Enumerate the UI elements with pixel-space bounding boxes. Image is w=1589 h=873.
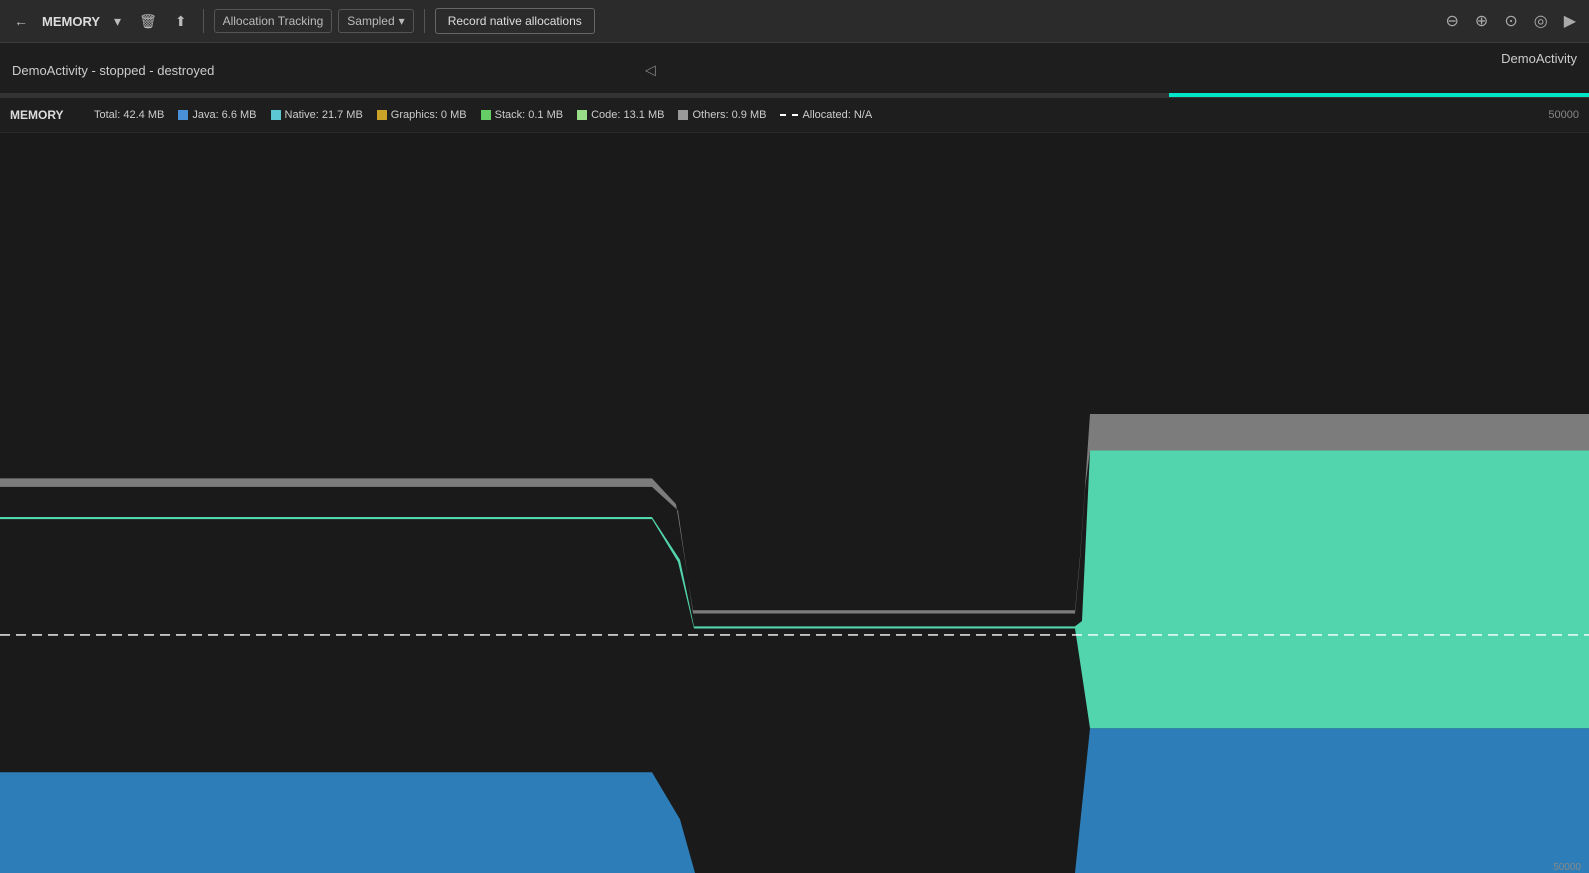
total-label: Total: 42.4 MB [94, 109, 164, 121]
stack-color-box [481, 110, 491, 120]
code-color-box [577, 110, 587, 120]
legend-java: Java: 6.6 MB [178, 109, 256, 121]
allocated-label: Allocated: N/A [802, 109, 872, 121]
sampled-dropdown[interactable]: Sampled ▾ [338, 9, 413, 33]
legend-bar: MEMORY Total: 42.4 MB Java: 6.6 MB Nativ… [0, 98, 1589, 133]
native-color-box [271, 110, 281, 120]
graphics-label: Graphics: 0 MB [391, 109, 467, 121]
export-icon: ⬆ [175, 13, 187, 30]
frame-selection-button[interactable]: ◎ [1529, 8, 1553, 34]
legend-allocated: Allocated: N/A [780, 109, 872, 121]
session-name: DemoActivity - stopped - destroyed [12, 63, 214, 78]
record-native-label: Record native allocations [448, 14, 582, 28]
code-label: Code: 13.1 MB [591, 109, 664, 121]
zoom-in-icon: ⊕ [1475, 13, 1488, 30]
allocation-tracking-button[interactable]: Allocation Tracking [214, 9, 333, 33]
dropdown-arrow[interactable]: ▾ [108, 9, 127, 34]
delete-icon: 🗑 [139, 13, 157, 30]
legend-graphics: Graphics: 0 MB [377, 109, 467, 121]
reset-zoom-button[interactable]: ⊙ [1499, 8, 1522, 34]
back-button[interactable]: ← [8, 9, 34, 33]
memory-label: MEMORY [40, 14, 102, 29]
native-label: Native: 21.7 MB [285, 109, 363, 121]
timeline-indicator: ◁ [645, 62, 656, 79]
reset-zoom-icon: ⊙ [1504, 13, 1517, 30]
zoom-in-button[interactable]: ⊕ [1470, 8, 1493, 34]
y-max-label: 50000 [1548, 109, 1579, 121]
zoom-out-icon: ⊖ [1446, 13, 1459, 30]
chart-area: 48 MB 16 50000 00000 0 50000 [0, 133, 1589, 873]
teal-progress-bar [1169, 93, 1589, 97]
export-button[interactable]: ⬆ [169, 9, 193, 34]
java-color-box [178, 110, 188, 120]
play-button[interactable]: ▶ [1559, 8, 1581, 34]
bottom-labels: 50000 [0, 862, 1589, 873]
allocation-tracking-label: Allocation Tracking [223, 14, 324, 28]
separator-1 [203, 9, 204, 33]
stack-label: Stack: 0.1 MB [495, 109, 563, 121]
record-native-button[interactable]: Record native allocations [435, 8, 595, 34]
graphics-color-box [377, 110, 387, 120]
session-bar: DemoActivity - stopped - destroyed ◁ Dem… [0, 43, 1589, 98]
play-icon: ▶ [1564, 13, 1576, 30]
x-right-label: 50000 [1553, 862, 1581, 873]
allocated-dashed-line [780, 114, 798, 116]
dropdown-arrow-icon: ▾ [399, 14, 405, 28]
legend-native: Native: 21.7 MB [271, 109, 363, 121]
separator-2 [424, 9, 425, 33]
absolute-final-svg [0, 133, 1589, 873]
others-label: Others: 0.9 MB [692, 109, 766, 121]
java-label: Java: 6.6 MB [192, 109, 256, 121]
legend-title: MEMORY [10, 108, 80, 122]
main-layout: ← MEMORY ▾ 🗑 ⬆ Allocation Tracking Sampl… [0, 0, 1589, 873]
sampled-label: Sampled [347, 14, 394, 28]
delete-button[interactable]: 🗑 [133, 9, 163, 34]
legend-stack: Stack: 0.1 MB [481, 109, 563, 121]
frame-selection-icon: ◎ [1534, 13, 1548, 30]
others-color-box [678, 110, 688, 120]
zoom-out-button[interactable]: ⊖ [1441, 8, 1464, 34]
legend-others: Others: 0.9 MB [678, 109, 766, 121]
legend-code: Code: 13.1 MB [577, 109, 664, 121]
demo-activity-right: DemoActivity [1501, 51, 1577, 66]
back-icon: ← [14, 13, 28, 29]
toolbar: ← MEMORY ▾ 🗑 ⬆ Allocation Tracking Sampl… [0, 0, 1589, 43]
